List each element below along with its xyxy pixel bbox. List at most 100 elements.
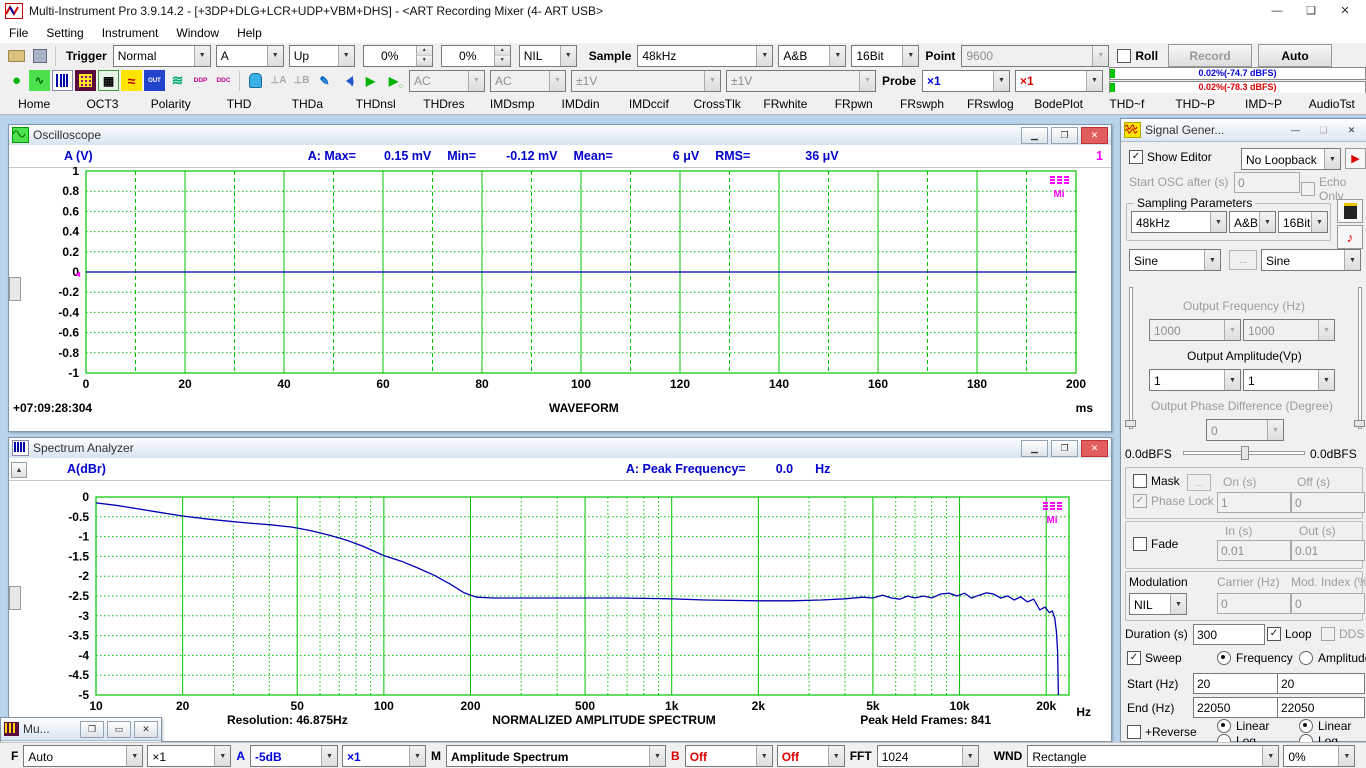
analysis-mode-select[interactable]: Amplitude Spectrum▼ (446, 745, 666, 767)
trigger-delay-spinner[interactable]: 0%▲▼ (441, 45, 511, 67)
sweep-frequency-radio[interactable]: Frequency (1217, 651, 1293, 665)
tab-thdnsl[interactable]: THDnsl (341, 93, 409, 114)
multimeter-icon[interactable] (75, 70, 96, 91)
menu-window[interactable]: Window (167, 22, 228, 43)
minimized-restore-button[interactable]: ❐ (80, 721, 104, 738)
siggen-play-button[interactable]: ▶ (1345, 148, 1366, 169)
device-test-plan-icon[interactable]: OUT (144, 70, 165, 91)
fft-size-select[interactable]: 1024▼ (877, 745, 979, 767)
tab-frwhite[interactable]: FRwhite (751, 93, 819, 114)
calibration-probe-icon[interactable]: ✎ (314, 70, 335, 91)
open-file-icon[interactable] (6, 45, 27, 66)
b-multiplier-select[interactable]: Off▼ (777, 745, 845, 767)
tab-oct3[interactable]: OCT3 (68, 93, 136, 114)
menu-instrument[interactable]: Instrument (93, 22, 168, 43)
menu-help[interactable]: Help (228, 22, 271, 43)
oscilloscope-titlebar[interactable]: Oscilloscope ▁ ❐ ✕ (9, 125, 1111, 146)
tab-audiotst[interactable]: AudioTst (1298, 93, 1366, 114)
minimized-close-button[interactable]: ✕ (134, 721, 158, 738)
trigger-mode-select[interactable]: Normal▼ (113, 45, 211, 67)
tab-frswlog[interactable]: FRswlog (956, 93, 1024, 114)
trigger-edge-select[interactable]: Up▼ (289, 45, 355, 67)
scale-a-linear-radio[interactable]: Linear (1217, 719, 1269, 733)
oscilloscope-icon[interactable]: ∿ (29, 70, 50, 91)
sweep-start-a-input[interactable]: 20 (1193, 673, 1279, 694)
oscilloscope-plot[interactable]: 02040608010012014016018020010.80.60.40.2… (9, 167, 1109, 403)
a-gain-select[interactable]: -5dB▼ (250, 745, 338, 767)
roll-checkbox[interactable]: Roll (1117, 49, 1158, 63)
spectrum-close-button[interactable]: ✕ (1081, 440, 1108, 457)
derived-data-curve-icon[interactable]: DDC (213, 70, 234, 91)
scroll-up-button[interactable]: ▲ (11, 462, 27, 478)
duration-input[interactable]: 300 (1193, 624, 1265, 645)
spectrum-maximize-button[interactable]: ❐ (1051, 440, 1078, 457)
sweep-end-a-input[interactable]: 22050 (1193, 697, 1279, 718)
derived-data-icon[interactable]: ≋ (167, 70, 188, 91)
tab-thd-f[interactable]: THD~f (1093, 93, 1161, 114)
trigger-level-marker[interactable]: ◄ (73, 269, 82, 279)
music-note-button[interactable]: ♪ (1337, 225, 1363, 249)
tab-thdres[interactable]: THDres (410, 93, 478, 114)
spin-up-icon[interactable]: ▲ (417, 46, 432, 56)
bit-depth-select[interactable]: 16Bit▼ (851, 45, 919, 67)
level-slider-b[interactable] (1354, 287, 1363, 429)
siggen-channels-select[interactable]: A&B▼ (1229, 211, 1276, 233)
tab-imdsmp[interactable]: IMDsmp (478, 93, 546, 114)
menu-setting[interactable]: Setting (37, 22, 92, 43)
sweep-amplitude-radio[interactable]: Amplitude (1299, 651, 1366, 665)
tab-thd-p[interactable]: THD~P (1161, 93, 1229, 114)
spin-down-icon[interactable]: ▼ (495, 56, 510, 66)
waveform-a-select[interactable]: Sine▼ (1129, 249, 1221, 271)
minimized-maximize-button[interactable]: ▭ (107, 721, 131, 738)
trigger-frequency-select[interactable]: NIL▼ (519, 45, 577, 67)
probe-b-select[interactable]: ×1▼ (1015, 70, 1103, 92)
tab-imddin[interactable]: IMDdin (546, 93, 614, 114)
spin-up-icon[interactable]: ▲ (495, 46, 510, 56)
amplitude-a-select[interactable]: 1▼ (1149, 369, 1241, 391)
mask-checkbox[interactable]: Mask (1133, 474, 1180, 488)
signal-generator-icon[interactable]: ≈ (121, 70, 142, 91)
minimized-multimeter-window[interactable]: Mu... ❐ ▭ ✕ (0, 717, 162, 743)
loopback-select[interactable]: No Loopback▼ (1241, 148, 1341, 170)
oscilloscope-minimize-button[interactable]: ▁ (1021, 127, 1048, 144)
tab-home[interactable]: Home (0, 93, 68, 114)
tab-imdccif[interactable]: IMDccif (615, 93, 683, 114)
channels-select[interactable]: A&B▼ (778, 45, 846, 67)
level-slider-a[interactable] (1125, 287, 1134, 429)
amplitude-b-select[interactable]: 1▼ (1243, 369, 1335, 391)
tab-thda[interactable]: THDa (273, 93, 341, 114)
b-gain-select[interactable]: Off▼ (685, 745, 773, 767)
siggen-close-button[interactable]: ✕ (1339, 123, 1364, 138)
menu-file[interactable]: File (0, 22, 37, 43)
siggen-minimize-button[interactable]: — (1283, 123, 1308, 138)
a-multiplier-select[interactable]: ×1▼ (342, 745, 426, 767)
play-loop-icon[interactable]: ▶○ (383, 70, 404, 91)
sample-rate-select[interactable]: 48kHz▼ (637, 45, 773, 67)
trigger-source-select[interactable]: A▼ (216, 45, 284, 67)
waveform-b-select[interactable]: Sine▼ (1261, 249, 1361, 271)
scale-b-linear-radio[interactable]: Linear (1299, 719, 1351, 733)
spin-down-icon[interactable]: ▼ (417, 56, 432, 66)
play-icon[interactable]: ▶ (360, 70, 381, 91)
tab-imd-p[interactable]: IMD~P (1229, 93, 1297, 114)
auto-button[interactable]: Auto (1258, 44, 1332, 67)
tab-crosstlk[interactable]: CrossTlk (683, 93, 751, 114)
sweep-start-b-input[interactable]: 20 (1277, 673, 1365, 694)
app-maximize-button[interactable]: ❑ (1294, 0, 1328, 21)
x-multiplier-select[interactable]: ×1▼ (147, 745, 231, 767)
sweep-checkbox[interactable]: ✓Sweep (1127, 651, 1182, 665)
spectrum-plot[interactable]: 1020501002005001k2k5k10k20k0-0.5-1-1.5-2… (9, 480, 1109, 725)
spectrum-minimize-button[interactable]: ▁ (1021, 440, 1048, 457)
tab-frpwn[interactable]: FRpwn (820, 93, 888, 114)
probe-a-select[interactable]: ×1▼ (922, 70, 1010, 92)
speaker-icon[interactable]: ) (337, 70, 358, 91)
fade-checkbox[interactable]: Fade (1133, 537, 1178, 551)
siggen-rate-select[interactable]: 48kHz▼ (1131, 211, 1227, 233)
oscilloscope-close-button[interactable]: ✕ (1081, 127, 1108, 144)
oscilloscope-pan-thumb[interactable] (9, 277, 21, 301)
balance-slider[interactable] (1183, 445, 1305, 459)
loop-checkbox[interactable]: ✓Loop (1267, 627, 1312, 641)
derived-data-point-icon[interactable]: DDP (190, 70, 211, 91)
reverse-checkbox[interactable]: +Reverse (1127, 725, 1197, 739)
trigger-level-spinner[interactable]: 0%▲▼ (363, 45, 433, 67)
